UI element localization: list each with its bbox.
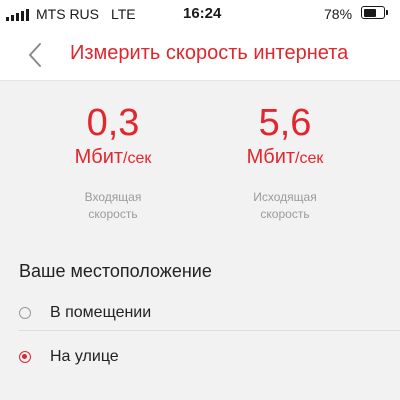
- battery-percent: 78%: [324, 6, 353, 22]
- speed-test-content: 0,3 Мбит/сек Входящая скорость 5,6 Мбит/…: [0, 81, 400, 400]
- upload-speed-block: 5,6 Мбит/сек Исходящая скорость: [200, 103, 370, 223]
- location-option-indoor[interactable]: В помещении: [0, 295, 400, 335]
- chevron-left-icon: [29, 43, 41, 67]
- upload-speed-caption: Исходящая скорость: [200, 189, 370, 223]
- download-unit-main: Мбит: [74, 146, 124, 168]
- nav-bar: Измерить скорость интернета: [0, 30, 400, 81]
- signal-strength-icon: [6, 9, 30, 21]
- divider: [19, 330, 400, 331]
- network-type: LTE: [111, 6, 136, 22]
- download-caption-line2: скорость: [88, 207, 138, 221]
- upload-speed-value: 5,6: [258, 102, 312, 144]
- status-bar: MTS RUS LTE 16:24 78%: [0, 0, 400, 30]
- status-time: 16:24: [183, 5, 222, 22]
- upload-caption-line2: скорость: [260, 207, 310, 221]
- location-option-outdoor[interactable]: На улице: [0, 339, 400, 379]
- upload-unit-main: Мбит: [246, 146, 296, 168]
- download-speed-caption: Входящая скорость: [28, 189, 198, 223]
- carrier-name: MTS RUS: [36, 6, 99, 22]
- radio-button[interactable]: [19, 307, 31, 319]
- upload-unit-sub: /сек: [295, 150, 324, 167]
- battery-fill: [363, 8, 376, 17]
- download-speed-block: 0,3 Мбит/сек Входящая скорость: [28, 103, 198, 223]
- download-caption-line1: Входящая: [84, 190, 142, 204]
- download-speed-unit: Мбит/сек: [28, 145, 198, 171]
- page-title: Измерить скорость интернета: [70, 42, 349, 64]
- location-option-label: На улице: [50, 348, 119, 365]
- location-title: Ваше местоположение: [19, 261, 212, 281]
- download-speed-value: 0,3: [86, 102, 140, 144]
- download-unit-sub: /сек: [123, 150, 152, 167]
- upload-caption-line1: Исходящая: [253, 190, 317, 204]
- radio-button[interactable]: [19, 351, 31, 363]
- back-button[interactable]: [22, 38, 52, 72]
- upload-speed-unit: Мбит/сек: [200, 145, 370, 171]
- battery-icon: [361, 6, 388, 19]
- location-option-label: В помещении: [50, 304, 152, 321]
